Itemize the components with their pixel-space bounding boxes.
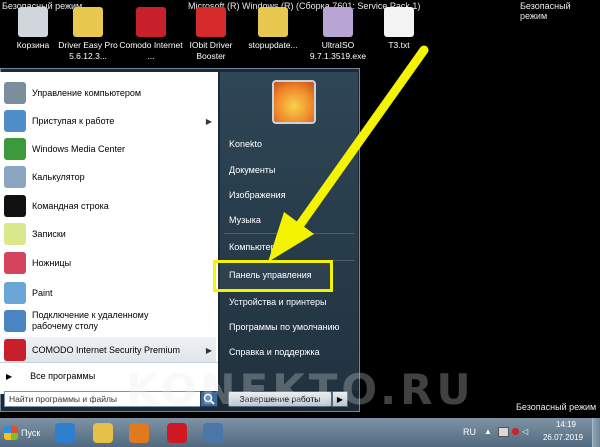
show-desktop-button[interactable] [592,418,600,447]
watermark: KONEKTO.RU [126,365,475,414]
opera-icon [167,423,187,443]
internet-explorer-icon [55,423,75,443]
language-indicator[interactable]: RU [463,427,476,437]
windows-logo-icon [4,425,18,440]
action-center-icon[interactable] [512,428,519,435]
start-button[interactable]: Пуск [0,420,48,445]
pinned-app-button[interactable] [162,421,192,445]
pinned-app-button[interactable] [124,421,154,445]
pinned-app-button[interactable] [50,421,80,445]
clock-date[interactable]: 26.07.2019 [537,433,589,442]
media-player-icon [129,423,149,443]
clock-time[interactable]: 14:19 [548,420,584,429]
safe-mode-label-bottom: Безопасный режим [516,402,597,412]
pinned-app-button[interactable] [198,421,228,445]
pinned-app-button[interactable] [88,421,118,445]
volume-icon[interactable]: ◁ [522,427,528,436]
network-icon[interactable] [498,427,509,437]
tray-expand-icon[interactable]: ▲ [484,427,492,436]
start-button-label: Пуск [21,427,41,438]
explorer-folder-icon [93,423,113,443]
vk-icon [203,423,223,443]
